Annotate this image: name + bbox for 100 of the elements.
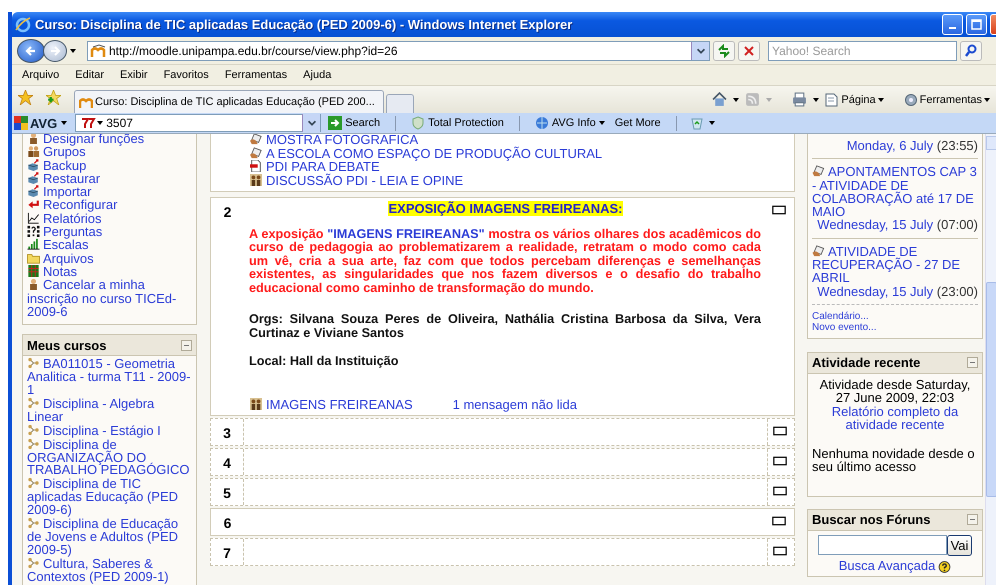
description-text: A exposição "IMAGENS FREIREANAS" mostra os vários olhares dos acadêmicos do curso de pedagogia ao problematizarem a realidade, retratam o modo como cada um vê, cria a sua arte, faz com que todos percebam diferenças e semelhanças existentes, as singularidades que nos fazem diversos e o desafio do trabalho educacional como caminho de transformação do mundo. bbox=[249, 228, 761, 295]
square-icon[interactable] bbox=[772, 425, 786, 437]
maximize-button[interactable] bbox=[966, 14, 987, 35]
line-chart-icon bbox=[27, 212, 40, 224]
course-link[interactable]: Disciplina - Estágio I bbox=[27, 424, 192, 438]
browser-tab[interactable]: Curso: Disciplina de TIC aplicadas Educação (PED 200... bbox=[74, 90, 384, 113]
stop-button[interactable] bbox=[738, 40, 760, 60]
toolbar-search-box[interactable]: 3507 bbox=[75, 114, 322, 132]
course-link[interactable]: Cultura, Saberes & Contextos (PED 2009-1) bbox=[27, 556, 192, 584]
section-number: 4 bbox=[223, 455, 231, 471]
unread-link[interactable]: 1 mensagem não lida bbox=[452, 398, 577, 411]
menu-item[interactable]: Editar bbox=[67, 69, 112, 81]
course-link[interactable]: Disciplina de Educação de Jovens e Adultos (PED 2009-5) bbox=[27, 517, 192, 557]
admin-link[interactable]: Restaurar bbox=[27, 172, 192, 186]
browser-logo-icon bbox=[15, 16, 31, 32]
arrow-icon bbox=[328, 116, 342, 130]
course-icon bbox=[27, 517, 40, 530]
admin-link[interactable]: Backup bbox=[27, 158, 192, 172]
square-icon[interactable] bbox=[772, 455, 786, 467]
calendar-link[interactable]: Calendário... bbox=[812, 310, 978, 322]
admin-link[interactable]: Notas bbox=[27, 264, 192, 278]
admin-link[interactable]: Perguntas bbox=[27, 225, 192, 238]
advanced-search-link[interactable]: Busca Avançada bbox=[838, 558, 952, 573]
resource-link[interactable]: PDI PARA DEBATE bbox=[249, 160, 767, 174]
section-heading: EXPOSIÇÃO IMAGENS FREIREANAS: bbox=[388, 201, 623, 216]
event-link[interactable]: ATIVIDADE DE RECUPERAÇÃO - 27 DE ABRIL bbox=[812, 244, 978, 285]
assignment-icon bbox=[812, 244, 825, 257]
collapse-icon[interactable] bbox=[967, 357, 978, 368]
toolbar-button[interactable]: Get More bbox=[612, 117, 664, 129]
section-number: 2 bbox=[224, 204, 232, 220]
resource-link[interactable]: IMAGENS FREIREANAS bbox=[249, 398, 413, 411]
course-link[interactable]: BA011015 - Geometria Analitica - turma T11 - 2009-1 bbox=[27, 357, 192, 397]
menu-item[interactable]: Favoritos bbox=[156, 69, 217, 81]
address-bar[interactable]: http://moodle.unipampa.edu.br/course/view.php?id=26 bbox=[87, 40, 710, 60]
address-input[interactable]: http://moodle.unipampa.edu.br/course/view.php?id=26 bbox=[106, 44, 691, 58]
course-link[interactable]: Disciplina de ORGANIZAÇÃO DO TRABALHO PEDAGÓGICO bbox=[27, 438, 192, 478]
assignment-icon bbox=[812, 165, 825, 178]
go-button[interactable]: Vai bbox=[946, 534, 972, 556]
moodle-icon bbox=[90, 44, 106, 58]
forum-search-field[interactable] bbox=[818, 535, 947, 556]
section-number: 5 bbox=[223, 485, 231, 501]
admin-link[interactable]: Relatórios bbox=[27, 212, 192, 226]
menu-item[interactable]: Ajuda bbox=[295, 69, 340, 81]
avg-logo[interactable]: AVG bbox=[14, 116, 58, 130]
calendar-link[interactable]: Novo evento... bbox=[812, 322, 978, 333]
collapse-icon[interactable] bbox=[181, 340, 192, 351]
section-number: 6 bbox=[224, 515, 232, 531]
admin-link[interactable]: Cancelar a minha inscrição no curso TICEd-2009-6 bbox=[27, 278, 192, 318]
resource-link[interactable]: A ESCOLA COMO ESPAÇO DE PRODUÇÃO CULTURAL bbox=[249, 146, 767, 160]
forum-icon bbox=[249, 398, 263, 410]
course-link[interactable]: Disciplina - Algebra Linear bbox=[27, 396, 192, 424]
moodle-icon bbox=[79, 95, 93, 109]
block-title: Buscar nos Fóruns bbox=[812, 513, 930, 526]
admin-link[interactable]: Arquivos bbox=[27, 252, 192, 265]
toolbar-button[interactable]: AVG Info bbox=[532, 116, 608, 130]
print-icon bbox=[792, 92, 808, 107]
stop-icon bbox=[742, 44, 756, 58]
toolbar-button[interactable]: Search bbox=[325, 116, 384, 130]
block-title: Atividade recente bbox=[812, 356, 920, 370]
location-text: Local: Hall da Instituição bbox=[249, 355, 400, 368]
collapse-icon[interactable] bbox=[967, 514, 978, 526]
feeds-icon bbox=[745, 92, 760, 107]
square-icon[interactable] bbox=[772, 545, 786, 557]
recycle-icon bbox=[688, 116, 705, 130]
report-link[interactable]: Relatório completo da atividade recente bbox=[812, 404, 978, 432]
search-icon bbox=[964, 44, 978, 58]
forward-button[interactable] bbox=[43, 40, 67, 62]
admin-link[interactable]: Importar bbox=[27, 185, 192, 198]
box-arrow-icon bbox=[27, 172, 40, 184]
menu-item[interactable]: Ferramentas bbox=[216, 69, 296, 81]
resource-link[interactable]: DISCUSSÃO PDI - LEIA E OPINE bbox=[249, 174, 767, 187]
admin-link[interactable]: Reconfigurar bbox=[27, 198, 192, 212]
back-button[interactable] bbox=[17, 38, 45, 62]
avg-logo-icon bbox=[14, 116, 28, 130]
admin-link[interactable]: Grupos bbox=[27, 145, 192, 159]
scroll-thumb[interactable] bbox=[986, 282, 996, 497]
menu-item[interactable]: Exibir bbox=[112, 69, 156, 81]
square-icon[interactable] bbox=[772, 515, 786, 527]
grid-icon bbox=[27, 264, 40, 277]
search-button[interactable] bbox=[960, 40, 982, 60]
command-menu[interactable]: Ferramentas bbox=[904, 92, 990, 106]
event-date: Wednesday, 15 July (07:00) bbox=[816, 218, 978, 232]
course-link[interactable]: Disciplina de TIC aplicadas Educação (PED 2009-6) bbox=[27, 477, 192, 518]
toolbar-button[interactable]: Total Protection bbox=[408, 116, 507, 130]
minimize-button[interactable] bbox=[942, 14, 963, 35]
help-icon bbox=[938, 560, 952, 573]
command-menu[interactable]: Página bbox=[825, 92, 884, 106]
toolbar-search-field[interactable]: 3507 bbox=[103, 116, 302, 130]
return-arrow-icon bbox=[27, 198, 40, 210]
square-icon[interactable] bbox=[772, 204, 786, 216]
course-icon bbox=[27, 424, 40, 436]
refresh-button[interactable] bbox=[713, 40, 735, 60]
course-icon bbox=[27, 396, 40, 409]
admin-link[interactable]: Escalas bbox=[27, 238, 192, 252]
event-link[interactable]: APONTAMENTOS CAP 3 - ATIVIDADE DE COLABORAÇÃO até 17 DE MAIO bbox=[812, 165, 978, 218]
section-number: 7 bbox=[223, 545, 231, 561]
course-icon bbox=[27, 477, 40, 490]
resource-link[interactable]: MOSTRA FOTOGRAFICA bbox=[249, 134, 767, 146]
square-icon[interactable] bbox=[772, 485, 786, 497]
menu-item[interactable]: Arquivo bbox=[14, 69, 68, 81]
